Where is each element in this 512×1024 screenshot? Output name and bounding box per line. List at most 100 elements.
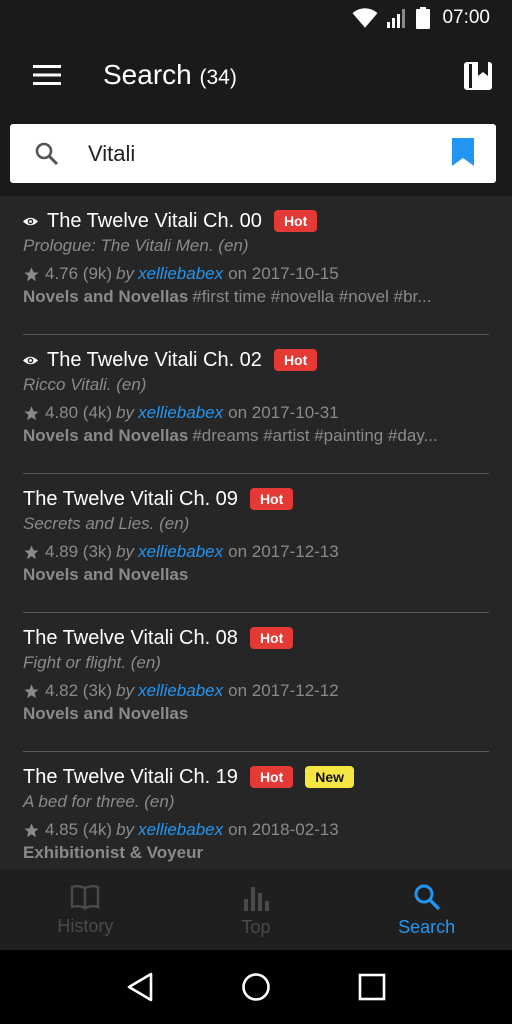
bookmark-icon: [452, 138, 474, 166]
tags-label: #dreams #artist #painting #day...: [192, 426, 438, 445]
story-categories: Novels and Novellas: [23, 565, 489, 589]
library-button[interactable]: [456, 53, 500, 97]
hot-badge: Hot: [249, 766, 294, 788]
story-date: on 2017-12-12: [228, 681, 339, 700]
search-box: [10, 124, 496, 183]
result-item[interactable]: The Twelve Vitali Ch. 19 Hot New A bed f…: [0, 752, 512, 870]
nav-search[interactable]: Search: [341, 870, 512, 950]
hot-badge: Hot: [273, 210, 318, 232]
story-rating: 4.80 (4k): [45, 403, 113, 422]
menu-button[interactable]: [24, 52, 70, 98]
story-date: on 2018-02-13: [228, 820, 339, 839]
viewed-eye-icon: [23, 356, 38, 364]
story-rating: 4.76 (9k): [45, 264, 113, 283]
story-title: The Twelve Vitali Ch. 00: [47, 209, 262, 232]
story-meta: 4.82 (3k) by xelliebabex on 2017-12-12: [23, 679, 489, 703]
category-label[interactable]: Exhibitionist & Voyeur: [23, 843, 203, 862]
story-title: The Twelve Vitali Ch. 08: [23, 626, 238, 649]
story-date: on 2017-10-31: [228, 403, 339, 422]
viewed-eye-icon: [23, 217, 38, 225]
by-label: by: [116, 681, 135, 700]
nav-top[interactable]: Top: [171, 870, 342, 950]
story-meta: 4.80 (4k) by xelliebabex on 2017-10-31: [23, 401, 489, 425]
story-rating: 4.82 (3k): [45, 681, 113, 700]
wifi-icon: [352, 8, 378, 28]
result-count: (34): [199, 66, 237, 89]
bar-chart-icon: [244, 886, 269, 911]
recents-button[interactable]: [350, 965, 394, 1009]
nav-top-label: Top: [241, 916, 271, 937]
back-triangle-icon: [127, 972, 153, 1002]
author-link[interactable]: xelliebabex: [138, 820, 223, 840]
battery-icon: [416, 7, 431, 29]
story-rating: 4.85 (4k): [45, 820, 113, 839]
story-title: The Twelve Vitali Ch. 19: [23, 765, 238, 788]
home-button[interactable]: [234, 965, 278, 1009]
star-icon: [24, 544, 39, 559]
author-link[interactable]: xelliebabex: [138, 264, 223, 284]
by-label: by: [116, 264, 135, 283]
author-link[interactable]: xelliebabex: [138, 681, 223, 701]
by-label: by: [116, 820, 135, 839]
signal-icon: [387, 9, 406, 28]
result-item[interactable]: The Twelve Vitali Ch. 09 Hot Secrets and…: [0, 474, 512, 613]
results-list[interactable]: The Twelve Vitali Ch. 00 Hot Prologue: T…: [0, 196, 512, 870]
hot-badge: Hot: [249, 488, 294, 510]
story-description: Ricco Vitali. (en): [23, 375, 147, 394]
story-description: Prologue: The Vitali Men. (en): [23, 236, 249, 255]
hamburger-icon: [33, 65, 61, 85]
story-meta: 4.85 (4k) by xelliebabex on 2018-02-13: [23, 818, 489, 842]
category-label[interactable]: Novels and Novellas: [23, 287, 188, 306]
page-title-text: Search: [103, 59, 192, 90]
app-bar: Search (34): [0, 36, 512, 114]
nav-history[interactable]: History: [0, 870, 171, 950]
story-categories: Novels and Novellas #first time #novella …: [23, 287, 489, 311]
story-date: on 2017-10-15: [228, 264, 339, 283]
story-description: Secrets and Lies. (en): [23, 514, 190, 533]
by-label: by: [116, 403, 135, 422]
status-bar: 07:00: [0, 0, 512, 36]
story-date: on 2017-12-13: [228, 542, 339, 561]
book-icon: [464, 62, 492, 90]
story-title: The Twelve Vitali Ch. 02: [47, 348, 262, 371]
home-circle-icon: [242, 973, 270, 1001]
system-navigation-bar: [0, 950, 512, 1024]
hot-badge: Hot: [273, 349, 318, 371]
hot-badge: Hot: [249, 627, 294, 649]
book-open-icon: [71, 884, 100, 910]
bookmark-button[interactable]: [452, 138, 474, 171]
category-label[interactable]: Novels and Novellas: [23, 426, 188, 445]
clock: 07:00: [442, 7, 490, 28]
category-label[interactable]: Novels and Novellas: [23, 704, 188, 723]
search-icon: [414, 884, 440, 910]
back-button[interactable]: [118, 965, 162, 1009]
result-item[interactable]: The Twelve Vitali Ch. 02 Hot Ricco Vital…: [0, 335, 512, 474]
category-label[interactable]: Novels and Novellas: [23, 565, 188, 584]
tags-label: #first time #novella #novel #br...: [192, 287, 432, 306]
story-description: Fight or flight. (en): [23, 653, 161, 672]
by-label: by: [116, 542, 135, 561]
story-categories: Exhibitionist & Voyeur: [23, 843, 489, 867]
star-icon: [24, 266, 39, 281]
page-title: Search (34): [103, 59, 237, 91]
story-rating: 4.89 (3k): [45, 542, 113, 561]
story-categories: Novels and Novellas #dreams #artist #pain…: [23, 426, 489, 450]
new-badge: New: [305, 766, 355, 788]
bottom-navigation: History Top Search: [0, 870, 512, 950]
author-link[interactable]: xelliebabex: [138, 403, 223, 423]
story-meta: 4.76 (9k) by xelliebabex on 2017-10-15: [23, 262, 489, 286]
recents-square-icon: [358, 973, 386, 1001]
search-icon: [35, 142, 59, 165]
story-meta: 4.89 (3k) by xelliebabex on 2017-12-13: [23, 540, 489, 564]
search-input[interactable]: [88, 140, 418, 167]
star-icon: [24, 405, 39, 420]
story-description: A bed for three. (en): [23, 792, 175, 811]
author-link[interactable]: xelliebabex: [138, 542, 223, 562]
search-area: [0, 114, 512, 196]
result-item[interactable]: The Twelve Vitali Ch. 00 Hot Prologue: T…: [0, 196, 512, 335]
result-item[interactable]: The Twelve Vitali Ch. 08 Hot Fight or fl…: [0, 613, 512, 752]
star-icon: [24, 822, 39, 837]
nav-history-label: History: [57, 915, 114, 936]
story-categories: Novels and Novellas: [23, 704, 489, 728]
nav-search-label: Search: [398, 916, 456, 937]
